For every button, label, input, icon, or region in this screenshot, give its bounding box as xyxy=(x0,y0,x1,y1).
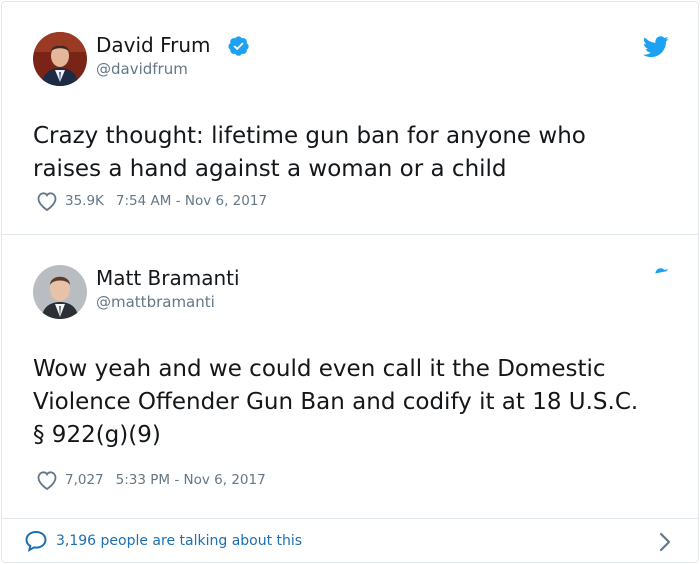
avatar-davidfrum[interactable] xyxy=(33,32,87,86)
tweet-text-line: § 922(g)(9) xyxy=(33,422,161,448)
author-name[interactable]: Matt Bramanti xyxy=(96,266,240,290)
like-count[interactable]: 7,027 xyxy=(65,472,104,488)
talking-about-link[interactable]: 3,196 people are talking about this xyxy=(24,529,302,553)
twitter-bird-icon[interactable] xyxy=(643,268,669,290)
tweet-text-line: raises a hand against a woman or a child xyxy=(33,156,507,182)
author-name[interactable]: David Frum xyxy=(96,33,211,57)
chevron-right-icon[interactable] xyxy=(654,530,676,554)
tweet-text: Crazy thought: lifetime gun ban for anyo… xyxy=(33,120,683,186)
talking-about-text[interactable]: 3,196 people are talking about this xyxy=(56,533,302,549)
tweet-timestamp[interactable]: 5:33 PM - Nov 6, 2017 xyxy=(116,472,266,488)
heart-icon[interactable] xyxy=(35,468,59,492)
tweet-card-mattbramanti[interactable]: Matt Bramanti @mattbramanti Wow yeah and… xyxy=(1,234,699,519)
author-handle[interactable]: @mattbramanti xyxy=(96,293,215,311)
like-count[interactable]: 35.9K xyxy=(65,193,104,209)
tweet-card-davidfrum[interactable]: David Frum @davidfrum Crazy thought: lif… xyxy=(1,1,699,235)
twitter-bird-icon[interactable] xyxy=(643,36,669,58)
tweet-text-line: Wow yeah and we could even call it the D… xyxy=(33,356,606,382)
tweet-meta: 35.9K 7:54 AM - Nov 6, 2017 xyxy=(35,189,267,213)
tweet-text-line: Crazy thought: lifetime gun ban for anyo… xyxy=(33,123,586,149)
author-handle[interactable]: @davidfrum xyxy=(96,60,188,78)
conversation-footer[interactable]: 3,196 people are talking about this xyxy=(1,518,699,563)
tweet-meta: 7,027 5:33 PM - Nov 6, 2017 xyxy=(35,468,266,492)
heart-icon[interactable] xyxy=(35,189,59,213)
tweet-timestamp[interactable]: 7:54 AM - Nov 6, 2017 xyxy=(116,193,267,209)
tweet-text-line: Violence Offender Gun Ban and codify it … xyxy=(33,389,639,415)
tweet-text: Wow yeah and we could even call it the D… xyxy=(33,353,683,452)
verified-badge-icon xyxy=(228,36,249,56)
avatar-mattbramanti[interactable] xyxy=(33,265,87,319)
speech-bubble-icon xyxy=(25,530,47,552)
